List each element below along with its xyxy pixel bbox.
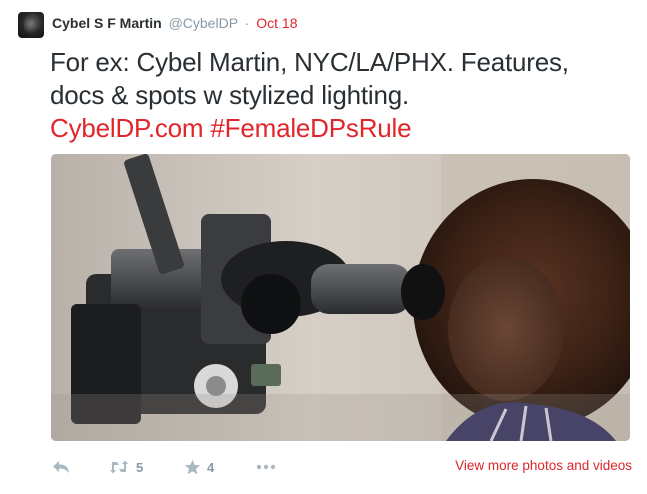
- star-icon: [184, 459, 201, 475]
- separator: ·: [244, 15, 250, 31]
- website-link[interactable]: CybelDP.com: [50, 113, 204, 143]
- tweet-text: For ex: Cybel Martin, NYC/LA/PHX. Featur…: [50, 46, 640, 145]
- tweet-links-line: CybelDP.com #FemaleDPsRule: [50, 112, 640, 145]
- reply-button[interactable]: [52, 456, 70, 478]
- tweet-date[interactable]: Oct 18: [256, 15, 297, 31]
- tweet: Cybel S F Martin @CybelDP · Oct 18 For e…: [0, 0, 647, 494]
- retweet-count: 5: [136, 459, 144, 475]
- tweet-header: Cybel S F Martin @CybelDP · Oct 18: [52, 14, 297, 32]
- author-handle[interactable]: @CybelDP: [169, 15, 238, 31]
- favorite-count: 4: [207, 459, 215, 475]
- favorite-button[interactable]: 4: [184, 456, 214, 478]
- avatar[interactable]: [18, 12, 44, 38]
- ellipsis-icon: [256, 464, 276, 470]
- more-button[interactable]: [256, 456, 276, 478]
- tweet-actions: 5 4 View more photos and videos: [50, 456, 632, 478]
- hashtag-link[interactable]: #FemaleDPsRule: [210, 113, 411, 143]
- retweet-icon: [110, 460, 128, 474]
- view-more-photos-link[interactable]: View more photos and videos: [455, 458, 632, 473]
- tweet-photo[interactable]: [51, 154, 630, 441]
- tweet-text-line: docs & spots w stylized lighting.: [50, 80, 410, 110]
- reply-icon: [53, 461, 69, 473]
- author-name[interactable]: Cybel S F Martin: [52, 15, 162, 31]
- tweet-text-line: For ex: Cybel Martin, NYC/LA/PHX. Featur…: [50, 47, 569, 77]
- retweet-button[interactable]: 5: [108, 456, 143, 478]
- photo-image: [51, 154, 630, 441]
